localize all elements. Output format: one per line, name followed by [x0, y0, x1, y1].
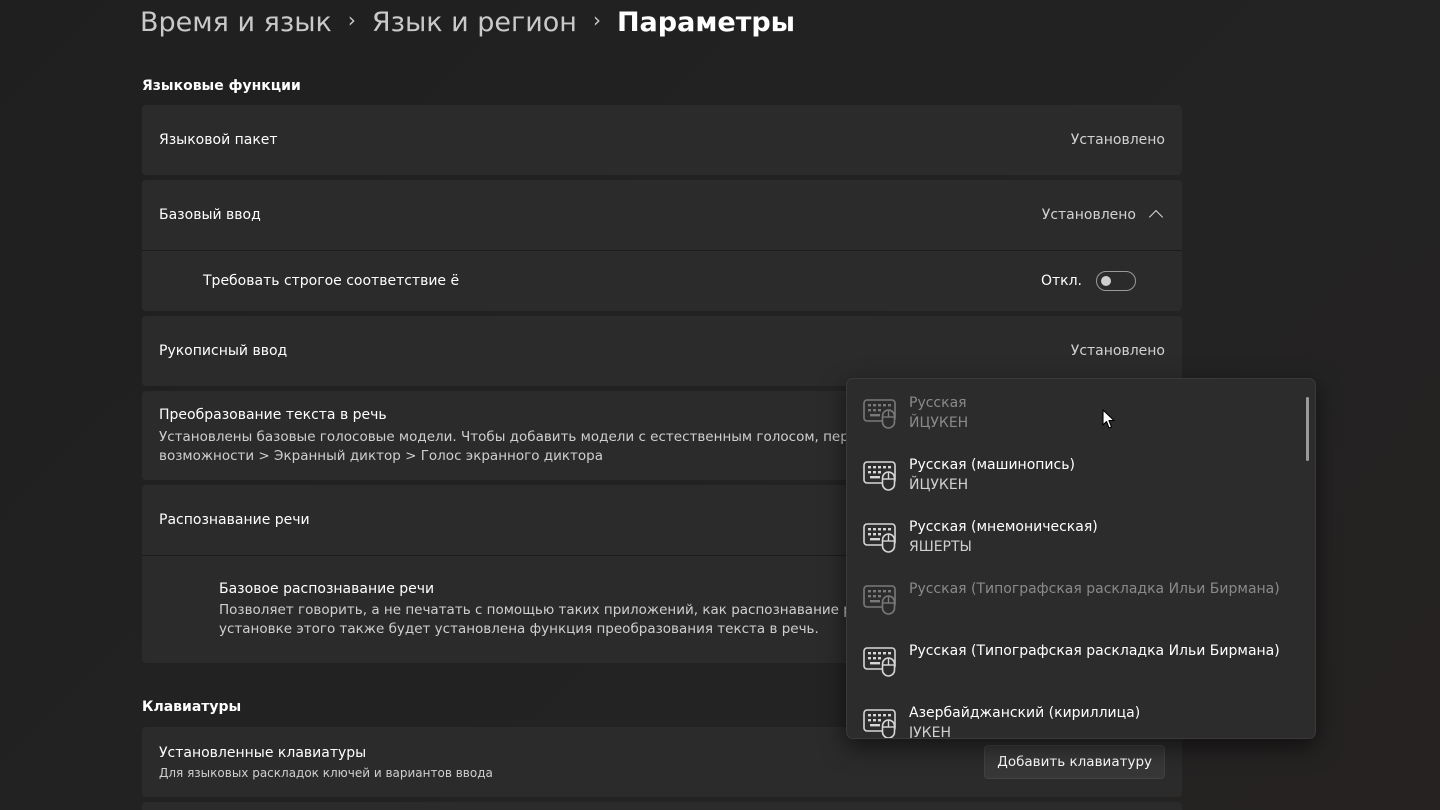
language-pack-label: Языковой пакет	[159, 132, 278, 148]
strict-yo-state: Откл.	[1040, 273, 1082, 289]
breadcrumb: Время и язык › Язык и регион › Параметры	[140, 2, 795, 42]
keyboard-list-item[interactable]: Русская (мнемоническая) ЯШЕРТЫ	[847, 519, 1315, 581]
keyboard-list-item: Русская ЙЦУКЕН	[847, 395, 1315, 457]
breadcrumb-time-language[interactable]: Время и язык	[140, 7, 332, 38]
language-pack-card[interactable]: Языковой пакет Установлено	[142, 105, 1182, 175]
language-pack-status: Установлено	[1070, 132, 1165, 148]
breadcrumb-separator: ›	[347, 8, 356, 32]
keyboard-name: Русская (Типографская раскладка Ильи Бир…	[909, 581, 1280, 597]
basic-typing-status: Установлено	[1041, 207, 1136, 223]
keyboard-flyout: Русская ЙЦУКЕН Русская (машинопись) ЙЦУКЕН Р…	[846, 378, 1316, 739]
chevron-up-icon[interactable]	[1148, 209, 1164, 225]
keyboard-name: Азербайджанский (кириллица)	[909, 705, 1141, 721]
basic-typing-card: Базовый ввод Установлено Требовать строг…	[142, 180, 1182, 311]
divider	[142, 250, 1182, 251]
mouse-cursor-icon	[1102, 409, 1115, 429]
handwriting-status: Установлено	[1070, 343, 1165, 359]
handwriting-card[interactable]: Рукописный ввод Установлено	[142, 316, 1182, 386]
keyboard-layout: ЯШЕРТЫ	[909, 539, 972, 555]
basic-typing-header[interactable]: Базовый ввод Установлено	[142, 180, 1182, 250]
page-title: Параметры	[616, 6, 796, 38]
add-keyboard-button[interactable]: Добавить клавиатуру	[984, 745, 1165, 779]
keyboard-icon	[863, 708, 897, 738]
section-title-language-features: Языковые функции	[142, 78, 301, 94]
section-title-keyboards: Клавиатуры	[142, 699, 242, 715]
keyboard-list-item[interactable]: Русская (машинопись) ЙЦУКЕН	[847, 457, 1315, 519]
strict-yo-label: Требовать строгое соответствие ё	[203, 273, 460, 289]
handwriting-label: Рукописный ввод	[159, 343, 288, 359]
tts-description-line2: возможности > Экранный диктор > Голос эк…	[159, 448, 603, 464]
keyboard-list-item: Русская (Типографская раскладка Ильи Бир…	[847, 581, 1315, 643]
installed-keyboards-label: Установленные клавиатуры	[159, 745, 367, 761]
keyboard-list-item[interactable]: Азербайджанский (кириллица) ЈУКЕН	[847, 705, 1315, 739]
keyboard-list-item[interactable]: Русская (Типографская раскладка Ильи Бир…	[847, 643, 1315, 705]
toggle-knob	[1101, 276, 1111, 286]
tts-label: Преобразование текста в речь	[159, 407, 387, 423]
tts-description-line1: Установлены базовые голосовые модели. Чт…	[159, 429, 901, 445]
speech-recognition-label: Распознавание речи	[159, 512, 310, 528]
installed-keyboards-desc: Для языковых раскладок ключей и варианто…	[159, 766, 493, 780]
strict-yo-toggle[interactable]	[1096, 271, 1136, 291]
keyboard-layout: ЙЦУКЕН	[909, 415, 969, 431]
keyboard-name: Русская (Типографская раскладка Ильи Бир…	[909, 643, 1280, 659]
next-card	[142, 802, 1182, 810]
keyboard-icon	[863, 460, 897, 496]
keyboard-name: Русская (мнемоническая)	[909, 519, 1098, 535]
keyboard-icon	[863, 522, 897, 558]
flyout-scrollbar[interactable]	[1306, 397, 1309, 461]
basic-speech-recognition-desc-line2: установке этого также будет установлена …	[219, 621, 819, 637]
breadcrumb-language-region[interactable]: Язык и регион	[372, 7, 577, 38]
keyboard-icon	[863, 646, 897, 682]
keyboard-name: Русская	[909, 395, 967, 411]
keyboard-layout: ЙЦУКЕН	[909, 477, 969, 493]
keyboard-layout: ЈУКЕН	[909, 725, 951, 739]
breadcrumb-separator: ›	[592, 8, 601, 32]
keyboard-name: Русская (машинопись)	[909, 457, 1075, 473]
keyboard-icon	[863, 398, 897, 434]
basic-speech-recognition-label: Базовое распознавание речи	[219, 581, 435, 597]
basic-speech-recognition-desc-line1: Позволяет говорить, а не печатать с помо…	[219, 602, 895, 618]
keyboard-icon	[863, 584, 897, 620]
settings-page: Время и язык › Язык и регион › Параметры…	[0, 0, 1440, 810]
basic-typing-label: Базовый ввод	[159, 207, 261, 223]
